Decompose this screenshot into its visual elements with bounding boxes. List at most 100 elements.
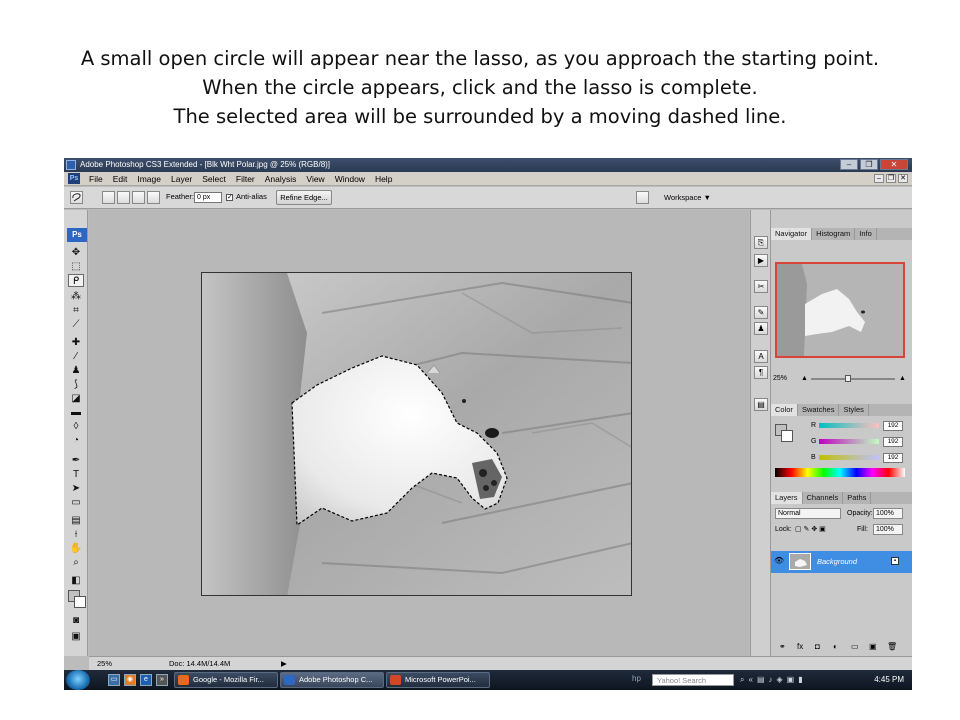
history-brush-icon[interactable]: ⟆ [68,378,84,391]
refine-edge-button[interactable]: Refine Edge... [276,190,332,205]
opacity-input[interactable]: 100% [873,508,903,519]
navigator-thumbnail[interactable] [775,262,905,358]
antialias-checkbox[interactable]: ✓ [226,194,233,201]
new-layer-icon[interactable]: ▣ [869,640,877,654]
screen-mode-icon[interactable]: ▣ [68,630,84,643]
taskbar-clock[interactable]: 4:45 PM [874,670,904,690]
tab-histogram[interactable]: Histogram [812,228,856,240]
tab-navigator[interactable]: Navigator [771,228,813,240]
crop-tool-icon[interactable]: ⌗ [68,304,84,317]
menu-help[interactable]: Help [370,172,397,186]
navigator-zoom-value[interactable]: 25% [773,375,787,382]
healing-brush-icon[interactable]: ✚ [68,336,84,349]
channel-g-value[interactable]: 192 [883,437,903,447]
menu-image[interactable]: Image [132,172,166,186]
type-tool-icon[interactable]: T [68,468,84,481]
lock-icons[interactable]: ▢ ✎ ✥ ▣ [795,524,826,535]
tray-volume-icon[interactable]: ♪ [769,674,773,686]
menu-select[interactable]: Select [197,172,231,186]
color-spectrum-ramp[interactable] [775,468,905,477]
blur-tool-icon[interactable]: ◊ [68,420,84,433]
firefox-quicklaunch-icon[interactable]: ◉ [124,674,136,686]
channel-b-value[interactable]: 192 [883,453,903,463]
tray-arrow-icon[interactable]: « [748,674,752,686]
slice-tool-icon[interactable]: ⟋ [68,318,84,331]
quicklaunch-more-icon[interactable]: » [156,674,168,686]
tab-layers[interactable]: Layers [771,492,803,504]
zoom-slider-track[interactable] [811,378,895,380]
intersect-selection-icon[interactable] [147,191,160,204]
quick-mask-icon[interactable]: ◙ [68,614,84,627]
ps-menu-icon[interactable]: Ps [68,173,80,184]
default-colors-icon[interactable]: ◧ [68,574,84,587]
lasso-tool-icon[interactable]: ᑭ [68,274,84,287]
tool-presets-icon[interactable] [636,191,649,204]
tab-paths[interactable]: Paths [843,492,872,504]
tray-search-icon[interactable]: ⌕ [740,674,744,686]
subtract-selection-icon[interactable] [132,191,145,204]
visibility-eye-icon[interactable]: 👁 [774,556,784,565]
menu-view[interactable]: View [301,172,329,186]
channel-r-value[interactable]: 192 [883,421,903,431]
zoom-out-icon[interactable]: ▲ [801,373,808,385]
doc-close-button[interactable]: ✕ [898,174,908,183]
path-selection-icon[interactable]: ➤ [68,482,84,495]
menu-window[interactable]: Window [330,172,370,186]
menu-analysis[interactable]: Analysis [260,172,302,186]
zoom-in-icon[interactable]: ▲ [899,373,906,385]
show-desktop-icon[interactable]: ▭ [108,674,120,686]
layer-name[interactable]: Background [817,551,857,573]
channel-b-slider[interactable] [819,455,879,460]
eraser-tool-icon[interactable]: ◪ [68,392,84,405]
menu-layer[interactable]: Layer [166,172,197,186]
tray-app-icon[interactable]: ▣ [787,674,795,686]
new-group-icon[interactable]: ▭ [851,640,859,654]
tool-presets-panel-icon[interactable]: ✂ [754,280,768,293]
brush-tool-icon[interactable]: ∕ [68,350,84,363]
minimize-button[interactable]: – [840,159,858,170]
brushes-panel-icon[interactable]: ✎ [754,306,768,319]
feather-input[interactable]: 0 px [194,192,222,203]
doc-restore-button[interactable]: ❐ [886,174,896,183]
workspace-menu[interactable]: Workspace ▼ [664,192,711,204]
adjustment-layer-icon[interactable]: ◐ [833,640,838,654]
tab-channels[interactable]: Channels [803,492,844,504]
tray-battery-icon[interactable]: ▮ [798,674,802,686]
actions-panel-icon[interactable]: ▶ [754,254,768,267]
menu-file[interactable]: File [84,172,108,186]
doc-size[interactable]: Doc: 14.4M/14.4M [169,657,230,670]
tab-swatches[interactable]: Swatches [798,404,840,416]
clone-source-panel-icon[interactable]: ♟ [754,322,768,335]
blend-mode-select[interactable]: Normal [775,508,841,519]
menu-filter[interactable]: Filter [231,172,260,186]
yahoo-search-box[interactable]: Yahoo! Search [652,674,734,686]
doc-minimize-button[interactable]: – [874,174,884,183]
taskbar-item-powerpoint[interactable]: Microsoft PowerPoi... [386,672,490,688]
character-panel-icon[interactable]: A [754,350,768,363]
ps-badge[interactable]: Ps [67,228,87,242]
dodge-tool-icon[interactable]: ◔ [68,434,84,447]
color-panel-background-swatch[interactable] [781,430,793,442]
ie-quicklaunch-icon[interactable]: e [140,674,152,686]
restore-button[interactable]: ❐ [860,159,878,170]
clone-stamp-icon[interactable]: ♟ [68,364,84,377]
zoom-tool-icon[interactable]: ⌕ [68,556,84,569]
gradient-tool-icon[interactable]: ▬ [68,406,84,419]
layer-style-icon[interactable]: fx [797,640,803,654]
taskbar-item-firefox[interactable]: Google - Mozilla Fir... [174,672,278,688]
tab-color[interactable]: Color [771,404,798,416]
tray-security-icon[interactable]: ◈ [777,674,783,686]
status-arrow-icon[interactable]: ▶ [281,657,287,670]
new-selection-icon[interactable] [102,191,115,204]
layer-comps-panel-icon[interactable]: ▤ [754,398,768,411]
delete-layer-icon[interactable]: 🗑 [887,640,897,654]
marquee-tool-icon[interactable]: ⬚ [68,260,84,273]
taskbar-item-photoshop[interactable]: Adobe Photoshop C... [280,672,384,688]
link-layers-icon[interactable]: ⚭ [779,640,786,654]
tab-styles[interactable]: Styles [839,404,869,416]
pen-tool-icon[interactable]: ✒ [68,454,84,467]
channel-g-slider[interactable] [819,439,879,444]
quick-selection-tool-icon[interactable]: ⁂ [68,290,84,303]
tray-network-icon[interactable]: ▤ [757,674,765,686]
history-panel-icon[interactable]: ⎘ [754,236,768,249]
